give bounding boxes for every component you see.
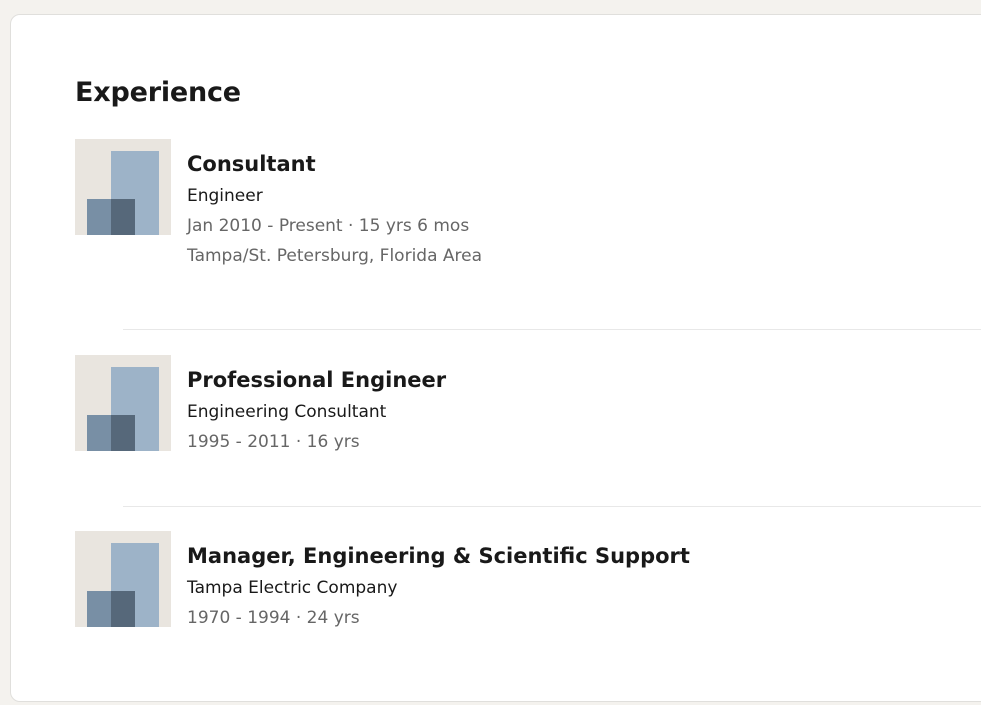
company-placeholder-icon[interactable] <box>75 139 171 235</box>
employment-dates: 1970 - 1994 · 24 yrs <box>187 608 360 628</box>
experience-details: Manager, Engineering & Scientific Suppor… <box>187 531 981 630</box>
employment-dates: 1995 - 2011 · 16 yrs <box>187 432 360 452</box>
job-title[interactable]: Manager, Engineering & Scientific Suppor… <box>187 542 981 570</box>
company-name[interactable]: Tampa Electric Company <box>187 576 981 600</box>
job-title[interactable]: Professional Engineer <box>187 366 981 394</box>
company-name[interactable]: Engineer <box>187 184 981 208</box>
employment-dates: Jan 2010 - Present · 15 yrs 6 mos <box>187 216 470 236</box>
company-placeholder-icon[interactable] <box>75 355 171 451</box>
experience-card: Experience Consultant Engineer Jan 2010 … <box>10 14 981 702</box>
experience-details: Professional Engineer Engineering Consul… <box>187 355 981 454</box>
experience-details: Consultant Engineer Jan 2010 - Present ·… <box>187 139 981 268</box>
job-location: Tampa/St. Petersburg, Florida Area <box>187 246 483 266</box>
divider <box>123 329 981 330</box>
section-title: Experience <box>75 77 241 108</box>
company-placeholder-icon[interactable] <box>75 531 171 627</box>
company-name[interactable]: Engineering Consultant <box>187 400 981 424</box>
divider <box>123 506 981 507</box>
job-title[interactable]: Consultant <box>187 150 981 178</box>
